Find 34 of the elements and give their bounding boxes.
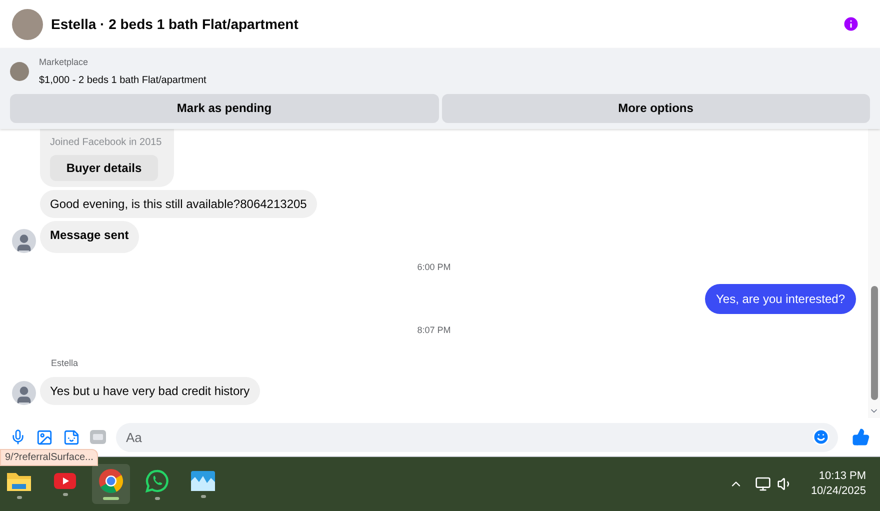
message-input[interactable]: Aa	[116, 422, 838, 452]
landscape-icon[interactable]	[191, 470, 215, 490]
info-icon[interactable]	[842, 15, 860, 33]
photo-icon[interactable]	[36, 428, 53, 446]
browser-icon[interactable]	[99, 468, 123, 492]
message-bubble: Yes, are you interested?	[705, 284, 856, 314]
message-bubble: Message sent	[40, 220, 139, 252]
timestamp: 6:00 PM	[417, 260, 451, 274]
phone-bubble-icon[interactable]	[145, 468, 169, 492]
listing-photo	[12, 8, 43, 40]
action-button[interactable]: More options	[442, 94, 870, 122]
avatar-icon	[12, 380, 36, 404]
link-preview: 9/?referralSurface...	[0, 449, 98, 466]
clock-date[interactable]: 10/24/2025	[810, 484, 866, 499]
play-icon[interactable]	[54, 472, 76, 488]
message-bubble: Yes but u have very bad credit history	[40, 376, 260, 404]
avatar-icon	[12, 228, 36, 252]
listing-title: $1,000 - 2 beds 1 bath Flat/apartment	[39, 74, 206, 88]
buyer-details-button[interactable]: Buyer details	[50, 154, 158, 180]
timestamp: 8:07 PM	[417, 324, 451, 337]
clock-time[interactable]: 10:13 PM	[818, 469, 866, 484]
network-icon[interactable]	[754, 476, 771, 492]
microphone-icon[interactable]	[10, 429, 26, 445]
message-bubble: Good evening, is this still available?8064213205	[40, 190, 317, 218]
listing-photo	[10, 62, 29, 82]
taskbar-app[interactable]	[92, 464, 130, 504]
action-button[interactable]: Mark as pending	[10, 94, 438, 122]
listing-source: Marketplace	[39, 56, 90, 69]
sender-name: Estella	[51, 358, 78, 368]
like-icon[interactable]	[852, 428, 870, 446]
sticker-icon[interactable]	[63, 428, 80, 446]
chat-title: Estella · 2 beds 1 bath Flat/apartment	[51, 14, 300, 34]
joined-text: Joined Facebook in 2015	[50, 136, 163, 150]
scrollbar[interactable]	[868, 128, 880, 418]
